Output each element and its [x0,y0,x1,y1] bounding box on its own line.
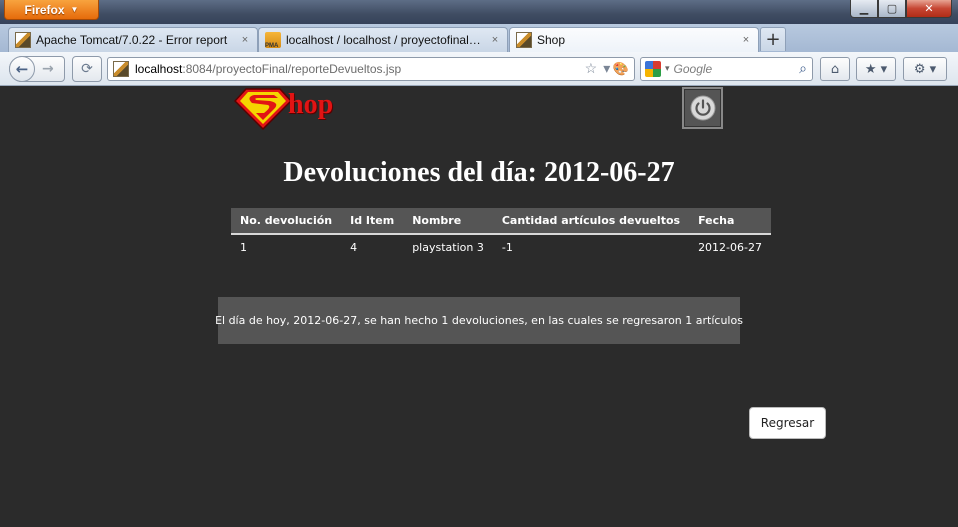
table-cell: playstation 3 [412,241,484,254]
search-input[interactable]: Google [674,62,796,76]
back-button[interactable]: Regresar [749,407,826,439]
tab-title: localhost / localhost / proyectofinal /.… [286,33,484,47]
minimize-icon[interactable]: ▁ [850,0,878,18]
tab-phpmyadmin[interactable]: localhost / localhost / proyectofinal /.… [258,27,508,52]
summary-text: El día de hoy, 2012-06-27, se han hecho … [215,314,743,327]
table-cell: 1 [240,241,247,254]
tomcat-favicon-icon [15,32,31,48]
search-icon[interactable]: ⌕ [799,61,807,77]
returns-table: No. devolución Id Item Nombre Cantidad a… [231,208,771,260]
tab-close-icon[interactable]: × [239,34,251,46]
tab-shop[interactable]: Shop × [509,27,759,52]
url-host: localhost [135,62,183,76]
search-engine-dropdown-icon[interactable]: ▾ [665,64,670,74]
superman-shield-icon [233,88,293,131]
table-cell: 4 [350,241,358,254]
table-header-row: No. devolución Id Item Nombre Cantidad a… [231,208,771,235]
shop-logo[interactable]: hop [233,87,344,131]
navigation-toolbar: ← → ⟳ localhost:8084/proyectoFinal/repor… [0,52,958,86]
table-cell: 2012-06-27 [698,241,762,254]
history-dropdown-icon[interactable]: ⟳ [72,56,102,82]
logo-text: hop [288,89,334,120]
addon-menu-icon[interactable]: ⚙ ▾ [903,57,947,81]
logout-button[interactable] [682,87,723,129]
firefox-menu-label: Firefox [24,2,65,17]
column-header: Nombre [403,208,493,235]
column-header: Cantidad artículos devueltos [492,208,690,235]
column-header: No. devolución [231,208,342,235]
url-bar[interactable]: localhost:8084/proyectoFinal/reporteDevu… [107,57,635,81]
power-icon [690,95,715,121]
chevron-down-icon: ▼ [70,5,79,14]
tab-close-icon[interactable]: × [489,34,501,46]
table-row: 1 4 playstation 3 -1 2012-06-27 [231,234,771,260]
tab-close-icon[interactable]: × [740,34,752,46]
url-text: localhost:8084/proyectoFinal/reporteDevu… [135,62,401,76]
phpmyadmin-favicon-icon [265,32,281,49]
bookmarks-menu-icon[interactable]: ★ ▾ [856,57,896,81]
url-path: :8084/proyectoFinal/reporteDevueltos.jsp [182,62,402,76]
tab-tomcat-error[interactable]: Apache Tomcat/7.0.22 - Error report × [8,27,258,52]
firefox-menu-button[interactable]: Firefox ▼ [4,0,99,20]
back-forward-group: ← → [9,56,65,82]
page-content: hop Devoluciones del día: 2012-06-27 No.… [0,87,958,527]
column-header: Id Item [341,208,404,235]
table-cell: -1 [501,241,513,254]
maximize-icon[interactable]: ▢ [878,0,906,18]
bookmark-star-icon[interactable]: ☆ [585,60,598,77]
page-title: Devoluciones del día: 2012-06-27 [283,157,675,188]
back-arrow-icon[interactable]: ← [9,56,35,82]
tab-title: Shop [537,33,566,47]
summary-panel: El día de hoy, 2012-06-27, se han hecho … [215,297,743,344]
palette-icon[interactable]: 🎨 [607,57,635,81]
tab-title: Apache Tomcat/7.0.22 - Error report [36,33,228,47]
home-icon[interactable]: ⌂ [820,57,850,81]
tab-strip: Apache Tomcat/7.0.22 - Error report × lo… [0,24,958,52]
close-window-icon[interactable]: ✕ [906,0,952,18]
column-header: Fecha [689,208,771,235]
window-titlebar: Firefox ▼ ▁ ▢ ✕ [0,0,958,24]
shop-favicon-icon [516,32,532,48]
window-controls: ▁ ▢ ✕ [850,0,952,18]
google-engine-icon[interactable] [645,61,661,77]
forward-arrow-icon[interactable]: → [42,61,54,77]
new-tab-button[interactable]: + [760,27,786,51]
search-bar[interactable]: ▾ Google ⌕ [640,57,813,81]
site-identity-icon[interactable] [113,61,129,77]
